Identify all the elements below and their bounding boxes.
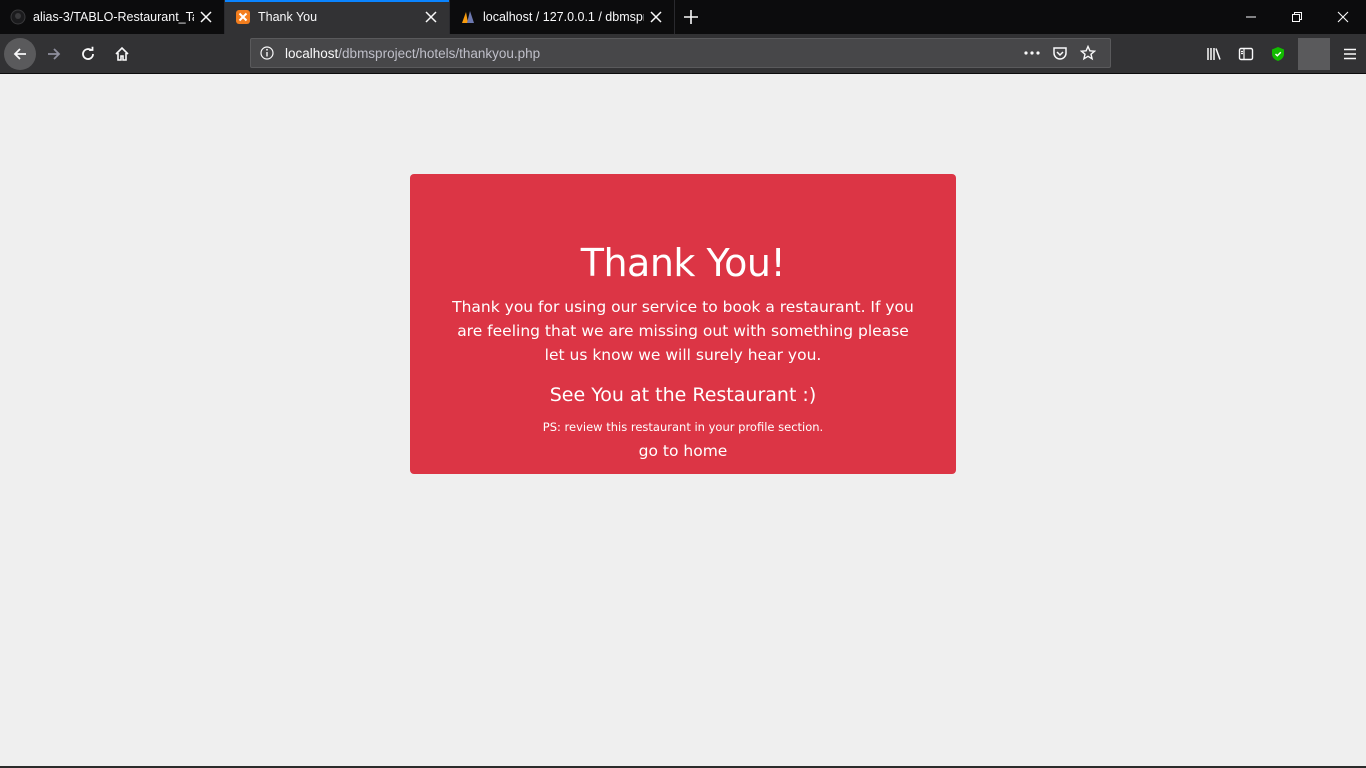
sidebar-button[interactable] <box>1230 38 1262 70</box>
go-to-home-link[interactable]: go to home <box>410 439 956 463</box>
restore-icon <box>1292 12 1302 22</box>
plus-icon <box>684 10 698 24</box>
close-icon[interactable] <box>423 9 439 25</box>
menu-button[interactable] <box>1334 38 1366 70</box>
library-icon <box>1207 48 1221 60</box>
tab-title: Thank You <box>258 10 318 24</box>
more-icon <box>1024 51 1040 55</box>
arrow-right-icon <box>48 47 61 60</box>
hamburger-icon <box>1344 48 1356 60</box>
close-window-button[interactable] <box>1320 0 1366 34</box>
tab-phpmyadmin[interactable]: localhost / 127.0.0.1 / dbmspro <box>450 0 675 34</box>
nav-toolbar: localhost/dbmsproject/hotels/thankyou.ph… <box>0 34 1366 74</box>
xampp-icon <box>235 9 251 25</box>
github-icon <box>10 9 26 25</box>
restore-button[interactable] <box>1274 0 1320 34</box>
phpmyadmin-icon <box>460 9 476 25</box>
url-path: /dbmsproject/hotels/thankyou.php <box>338 45 541 61</box>
pocket-button[interactable] <box>1046 41 1074 65</box>
close-icon[interactable] <box>198 9 214 25</box>
sidebar-icon <box>1238 47 1254 61</box>
tab-title: localhost / 127.0.0.1 / dbmspro <box>483 10 644 24</box>
url-host: localhost <box>285 45 339 61</box>
window-controls <box>1228 0 1366 34</box>
minimize-icon <box>1246 16 1256 18</box>
thank-you-card: Thank You! Thank you for using our servi… <box>410 174 956 474</box>
url-actions <box>1018 41 1102 65</box>
reload-icon <box>82 46 94 60</box>
info-icon[interactable] <box>259 45 275 61</box>
thank-you-message: Thank you for using our service to book … <box>452 298 914 364</box>
close-icon[interactable] <box>648 9 664 25</box>
tab-thank-you[interactable]: Thank You <box>225 0 450 34</box>
library-button[interactable] <box>1198 38 1230 70</box>
ps-note: PS: review this restaurant in your profi… <box>542 420 824 434</box>
home-icon <box>115 46 129 61</box>
pocket-icon <box>1053 47 1067 60</box>
reload-button[interactable] <box>72 38 104 70</box>
star-icon <box>1080 45 1096 61</box>
extension-button[interactable] <box>1262 38 1294 70</box>
tab-title: alias-3/TABLO-Restaurant_Tabl <box>33 10 194 24</box>
home-button[interactable] <box>106 38 138 70</box>
back-button[interactable] <box>4 37 36 70</box>
close-icon <box>1337 11 1349 23</box>
minimize-button[interactable] <box>1228 0 1274 34</box>
shield-icon <box>1272 47 1284 61</box>
arrow-left-icon <box>13 47 26 60</box>
bookmark-button[interactable] <box>1074 41 1102 65</box>
tab-strip: alias-3/TABLO-Restaurant_Tabl Thank You … <box>0 0 1366 34</box>
url-text[interactable]: localhost/dbmsproject/hotels/thankyou.ph… <box>285 46 540 61</box>
new-tab-button[interactable] <box>675 0 707 34</box>
page-content: Thank You! Thank you for using our servi… <box>0 75 1366 768</box>
url-bar[interactable]: localhost/dbmsproject/hotels/thankyou.ph… <box>250 38 1111 68</box>
tab-github[interactable]: alias-3/TABLO-Restaurant_Tabl <box>0 0 225 34</box>
toolbar-separator <box>1298 38 1330 70</box>
forward-button[interactable] <box>38 38 70 70</box>
page-actions-button[interactable] <box>1018 41 1046 65</box>
right-toolbar <box>1198 38 1366 70</box>
tagline: See You at the Restaurant :) <box>549 384 817 406</box>
page-title: Thank You! <box>580 241 786 285</box>
